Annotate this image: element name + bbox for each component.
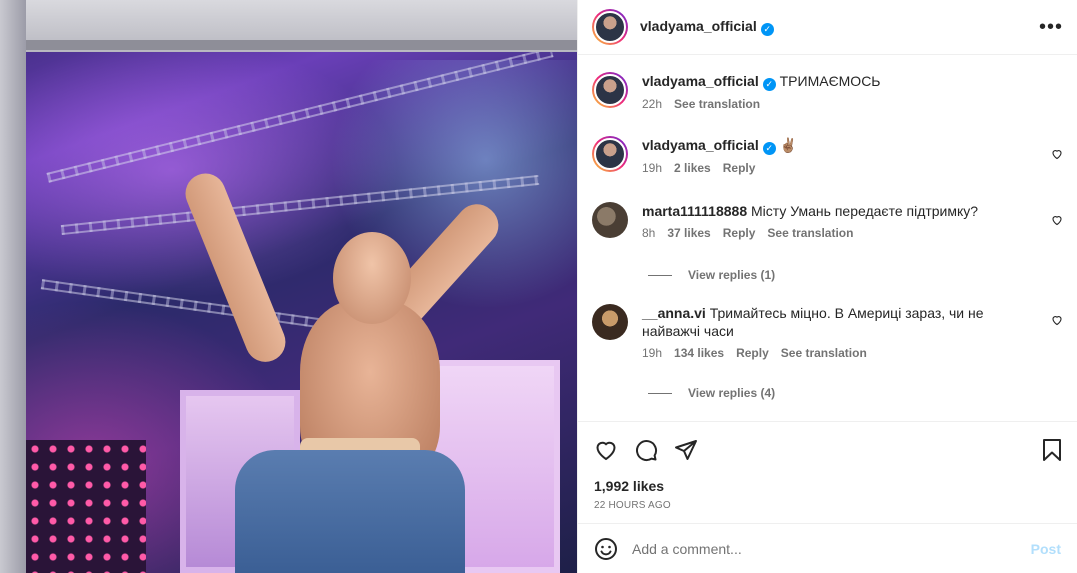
caption-username[interactable]: vladyama_official — [642, 73, 759, 89]
view-replies-label: View replies (4) — [688, 386, 776, 400]
save-bookmark-icon[interactable] — [1041, 438, 1063, 462]
caption-text: ТРИМАЄМОСЬ — [779, 73, 881, 89]
more-options-icon[interactable]: ••• — [1039, 17, 1063, 37]
person-jeans — [235, 450, 465, 573]
commenter-avatar[interactable] — [592, 202, 628, 238]
like-comment-heart-icon[interactable] — [1051, 314, 1063, 326]
comment-text-line: marta111118888 Місту Умань передаєте під… — [642, 202, 1063, 220]
caption: vladyama_official ✓ ТРИМАЄМОСЬ 22h See tr… — [592, 72, 1063, 111]
comment-likes[interactable]: 134 likes — [674, 346, 724, 360]
view-replies-label: View replies (1) — [688, 268, 776, 282]
caption-meta: 22h See translation — [642, 97, 1063, 111]
caption-text-line: vladyama_official ✓ ТРИМАЄМОСЬ — [642, 72, 1063, 91]
likes-count[interactable]: 1,992 likes — [594, 478, 1063, 494]
emoji-picker-icon[interactable] — [594, 537, 618, 561]
comment-username[interactable]: vladyama_official — [642, 137, 759, 153]
post-side-panel: vladyama_official ✓ ••• vladyama_official… — [577, 0, 1077, 573]
comment-text-line: __anna.vi Тримайтесь міцно. В Америці за… — [642, 304, 1063, 340]
comments-list: vladyama_official ✓ ТРИМАЄМОСЬ 22h See tr… — [578, 56, 1077, 421]
commenter-avatar[interactable] — [592, 136, 628, 172]
author-name-block: vladyama_official ✓ — [640, 18, 774, 36]
replies-divider — [648, 274, 672, 276]
comment-input[interactable] — [632, 540, 1031, 557]
verified-badge-icon: ✓ — [760, 23, 774, 36]
comment-composer: Post — [578, 523, 1077, 573]
see-translation-link[interactable]: See translation — [767, 226, 853, 240]
commenter-avatar[interactable] — [592, 304, 628, 340]
caption-body: vladyama_official ✓ ТРИМАЄМОСЬ 22h See tr… — [642, 72, 1063, 111]
replies-divider — [648, 392, 672, 394]
author-username[interactable]: vladyama_official — [640, 18, 757, 34]
post-timestamp[interactable]: 22 HOURS AGO — [594, 500, 1063, 511]
author-avatar[interactable] — [592, 72, 628, 108]
frame-border — [0, 0, 577, 52]
like-comment-heart-icon[interactable] — [1051, 148, 1063, 160]
comment-body: marta111118888 Місту Умань передаєте під… — [642, 202, 1063, 240]
view-replies-button[interactable]: View replies (1) — [648, 268, 775, 282]
reply-button[interactable]: Reply — [736, 346, 769, 360]
comment-body: vladyama_official ✓ ✌🏽 19h 2 likes Reply — [642, 136, 1063, 175]
view-replies-button[interactable]: View replies (4) — [648, 386, 775, 400]
comment: marta111118888 Місту Умань передаєте під… — [592, 202, 1063, 240]
like-heart-icon[interactable] — [594, 438, 618, 462]
see-translation-link[interactable]: See translation — [781, 346, 867, 360]
comment-time[interactable]: 8h — [642, 226, 655, 240]
comment-body: __anna.vi Тримайтесь міцно. В Америці за… — [642, 304, 1063, 360]
see-translation-link[interactable]: See translation — [674, 97, 760, 111]
share-paper-plane-icon[interactable] — [674, 438, 698, 462]
post-actions: 1,992 likes 22 HOURS AGO — [578, 421, 1077, 511]
verified-badge-icon: ✓ — [762, 78, 776, 91]
comment-username[interactable]: marta111118888 — [642, 203, 747, 219]
comment-time[interactable]: 19h — [642, 346, 662, 360]
led-panel — [26, 440, 146, 573]
comment-username[interactable]: __anna.vi — [642, 305, 706, 321]
author-avatar[interactable] — [592, 9, 628, 45]
verified-badge-icon: ✓ — [762, 142, 776, 155]
caption-time[interactable]: 22h — [642, 97, 662, 111]
post-comment-button[interactable]: Post — [1031, 541, 1061, 557]
action-icons — [594, 436, 1063, 464]
comment: __anna.vi Тримайтесь міцно. В Америці за… — [592, 304, 1063, 360]
comment: vladyama_official ✓ ✌🏽 19h 2 likes Reply — [592, 136, 1063, 175]
post-photo[interactable] — [0, 0, 577, 573]
comment-text-line: vladyama_official ✓ ✌🏽 — [642, 136, 1063, 155]
frame-border — [0, 0, 26, 573]
comment-meta: 19h 2 likes Reply — [642, 161, 1063, 175]
comment-meta: 19h 134 likes Reply See translation — [642, 346, 1063, 360]
comment-bubble-icon[interactable] — [634, 438, 658, 462]
comment-text: Місту Умань передаєте підтримку? — [751, 203, 979, 219]
like-comment-heart-icon[interactable] — [1051, 214, 1063, 226]
reply-button[interactable]: Reply — [723, 226, 756, 240]
comment-time[interactable]: 19h — [642, 161, 662, 175]
post-header: vladyama_official ✓ ••• — [578, 0, 1077, 55]
comment-likes[interactable]: 2 likes — [674, 161, 711, 175]
comment-likes[interactable]: 37 likes — [667, 226, 710, 240]
comment-text: ✌🏽 — [779, 137, 798, 153]
instagram-post-view: vladyama_official ✓ ••• vladyama_official… — [0, 0, 1077, 573]
comment-meta: 8h 37 likes Reply See translation — [642, 226, 1063, 240]
person-head — [333, 232, 411, 324]
reply-button[interactable]: Reply — [723, 161, 756, 175]
